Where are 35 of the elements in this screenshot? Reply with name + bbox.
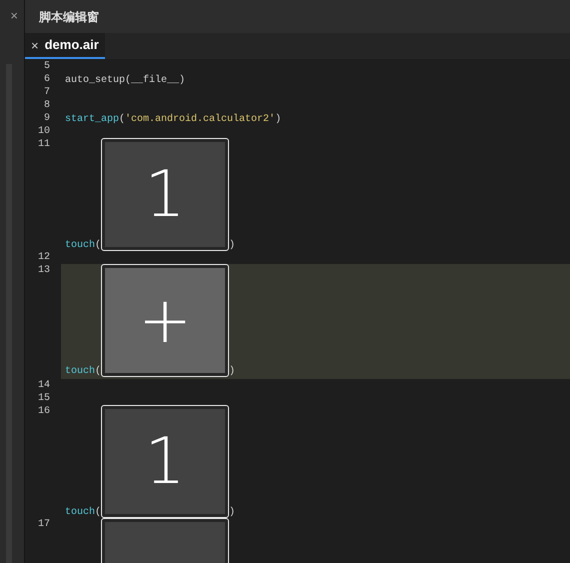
close-button[interactable]: × bbox=[10, 9, 18, 22]
close-icon[interactable]: × bbox=[31, 38, 39, 52]
line-number: 5 bbox=[42, 60, 50, 73]
line-number: 12 bbox=[36, 251, 50, 264]
line-number: 17 bbox=[36, 518, 50, 531]
line-number: 8 bbox=[42, 99, 50, 112]
parenthesis: ) bbox=[229, 507, 236, 518]
tab-label: demo.air bbox=[44, 36, 99, 54]
parenthesis: ( bbox=[95, 240, 102, 251]
function-name: touch bbox=[65, 240, 96, 251]
parenthesis: ) bbox=[229, 366, 236, 377]
thumbnail-label: + bbox=[138, 288, 192, 352]
editor-tab[interactable]: × demo.air bbox=[25, 33, 105, 59]
image-thumbnail[interactable]: 1 bbox=[101, 138, 230, 251]
thumbnail-label: 1 bbox=[144, 430, 186, 494]
line-number: 11 bbox=[36, 138, 50, 151]
line-number: 15 bbox=[36, 392, 50, 405]
parenthesis: ( bbox=[95, 366, 102, 377]
parenthesis: ) bbox=[229, 240, 236, 251]
parenthesis: ( bbox=[95, 507, 102, 518]
code-text: start_app('com.android.calculator2') bbox=[65, 114, 282, 125]
image-thumbnail[interactable]: 1 bbox=[101, 405, 230, 518]
line-number: 13 bbox=[36, 264, 50, 277]
thumbnail-label: 1 bbox=[144, 162, 186, 226]
line-number: 6 bbox=[42, 73, 50, 86]
line-number: 10 bbox=[36, 125, 50, 138]
line-number: 14 bbox=[36, 379, 50, 392]
line-number: 16 bbox=[36, 405, 50, 418]
image-thumbnail[interactable]: + bbox=[101, 264, 230, 377]
function-name: touch bbox=[65, 366, 96, 377]
code-text: auto_setup(__file__) bbox=[65, 75, 186, 86]
panel-title: 脚本编辑窗 bbox=[39, 8, 99, 26]
line-number: 9 bbox=[42, 112, 50, 125]
function-name: touch bbox=[65, 507, 96, 518]
line-number: 7 bbox=[42, 86, 50, 99]
